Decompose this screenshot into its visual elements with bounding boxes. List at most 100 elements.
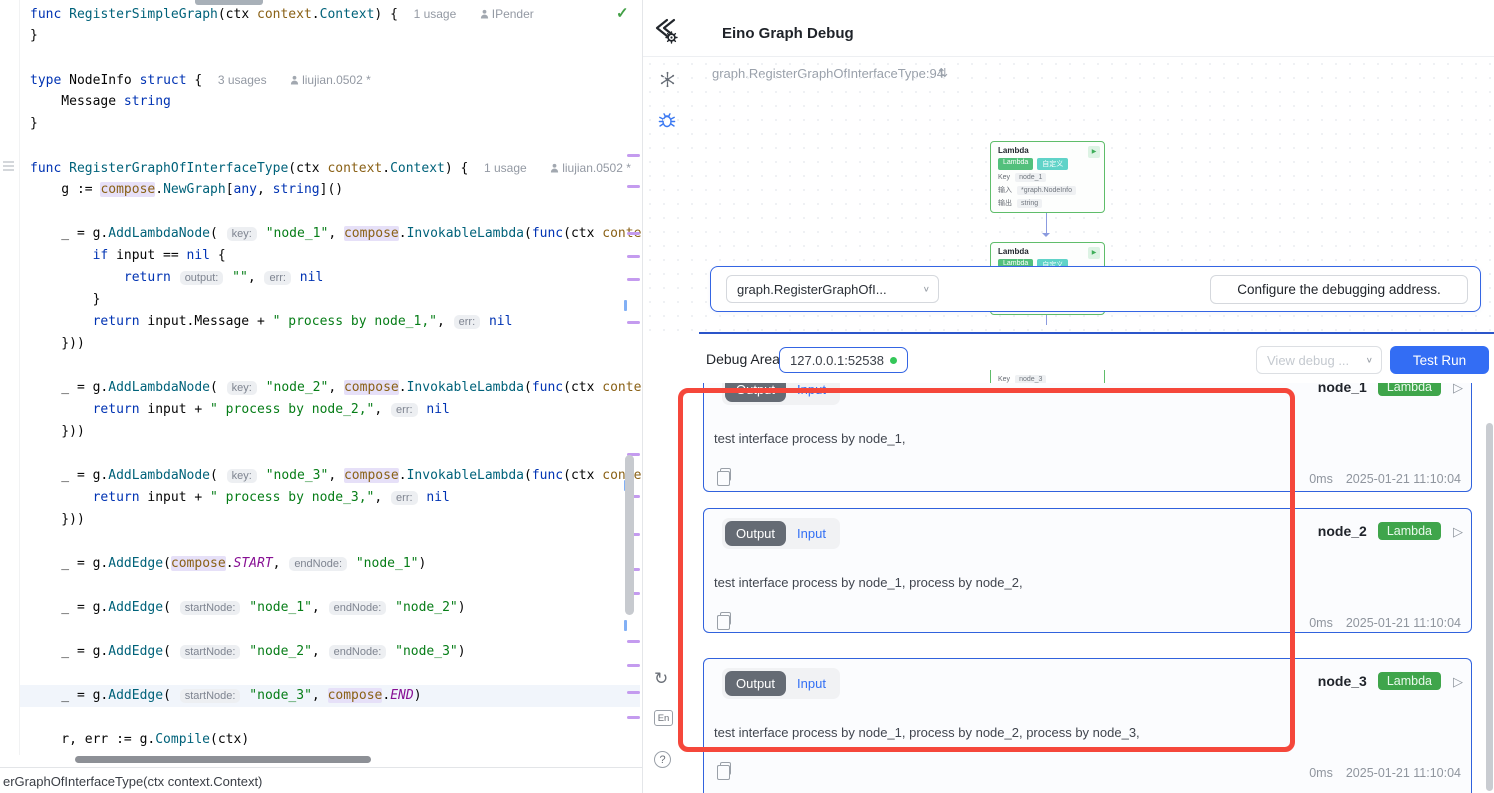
timestamp: 2025-01-21 11:10:04: [1346, 616, 1461, 630]
node-name: node_3: [1318, 673, 1367, 689]
node-run-icon[interactable]: ▶: [1088, 146, 1100, 158]
code-line[interactable]: [0, 201, 641, 223]
debug-list-scrollbar[interactable]: [1486, 423, 1493, 791]
node-type-badge: 自定义: [1037, 158, 1068, 170]
duration: 0ms: [1309, 616, 1333, 630]
configure-address-button[interactable]: Configure the debugging address.: [1210, 275, 1468, 304]
graph-selector-dropdown[interactable]: graph.RegisterGraphOfI... ∨: [726, 275, 939, 303]
output-tab[interactable]: Output: [725, 383, 786, 402]
code-lines[interactable]: func RegisterSimpleGraph(ctx context.Con…: [0, 3, 641, 755]
code-line[interactable]: _ = g.AddLambdaNode( key: "node_2", comp…: [0, 377, 641, 399]
output-tab[interactable]: Output: [725, 671, 786, 696]
code-line[interactable]: [0, 619, 641, 641]
node-field-value: *graph.NodeInfo: [1017, 186, 1076, 195]
expand-icon[interactable]: ▷: [1453, 383, 1463, 396]
node-run-icon[interactable]: ▶: [1088, 247, 1100, 259]
vcs-mark: [624, 620, 627, 631]
debug-address: 127.0.0.1:52538: [790, 353, 884, 368]
debug-address-badge[interactable]: 127.0.0.1:52538: [779, 347, 908, 373]
debug-output-card[interactable]: OutputInput node_2 Lambda ▷ test interface p…: [703, 508, 1472, 633]
input-tab[interactable]: Input: [786, 521, 837, 546]
code-line[interactable]: [0, 47, 641, 69]
editor-vertical-scrollbar[interactable]: [625, 455, 634, 615]
code-line[interactable]: [0, 575, 641, 597]
code-line[interactable]: [0, 355, 641, 377]
edge-arrowhead-icon: [1042, 233, 1050, 241]
node-name: node_2: [1318, 523, 1367, 539]
edge-node2-node3: [1046, 315, 1047, 325]
refresh-icon[interactable]: ↻: [654, 669, 668, 689]
analysis-mark: [627, 154, 640, 157]
test-run-button[interactable]: Test Run: [1390, 346, 1489, 374]
copy-icon[interactable]: [717, 471, 728, 484]
debug-area-label: Debug Area: [706, 351, 780, 367]
code-line[interactable]: func RegisterGraphOfInterfaceType(ctx co…: [0, 157, 641, 179]
code-line[interactable]: }: [0, 289, 641, 311]
code-line[interactable]: _ = g.AddLambdaNode( key: "node_1", comp…: [0, 223, 641, 245]
card-meta: 0ms 2025-01-21 11:10:04: [1309, 766, 1461, 780]
graph-node-card[interactable]: Lambda▶Lambda自定义Keynode_1输入*graph.NodeIn…: [990, 141, 1105, 213]
card-node-info: node_3 Lambda: [1318, 672, 1441, 690]
code-line[interactable]: if input == nil {: [0, 245, 641, 267]
expand-icon[interactable]: ▷: [1453, 674, 1463, 690]
code-line[interactable]: func RegisterSimpleGraph(ctx context.Con…: [0, 3, 641, 25]
code-line[interactable]: })): [0, 333, 641, 355]
input-tab[interactable]: Input: [786, 383, 837, 402]
analysis-mark: [627, 232, 640, 235]
panel-header: Eino Graph Debug: [643, 0, 1494, 57]
code-line[interactable]: return input + " process by node_3,", er…: [0, 487, 641, 509]
debug-output-card[interactable]: OutputInputnode_1Lambda▷test interface p…: [703, 383, 1472, 492]
code-line[interactable]: _ = g.AddLambdaNode( key: "node_3", comp…: [0, 465, 641, 487]
code-line[interactable]: [0, 663, 641, 685]
code-line[interactable]: _ = g.AddEdge( startNode: "node_2", endN…: [0, 641, 641, 663]
code-line[interactable]: g := compose.NewGraph[any, string](): [0, 179, 641, 201]
editor-horizontal-scrollbar[interactable]: [75, 756, 371, 763]
debug-output-card[interactable]: OutputInputnode_3Lambda▷test interface p…: [703, 658, 1472, 793]
card-node-info: node_1Lambda: [1318, 383, 1441, 396]
app-window: func RegisterSimpleGraph(ctx context.Con…: [0, 0, 1494, 793]
code-line[interactable]: [0, 135, 641, 157]
code-line[interactable]: }: [0, 25, 641, 47]
code-editor[interactable]: func RegisterSimpleGraph(ctx context.Con…: [0, 0, 642, 793]
edge-node1-node2: [1046, 213, 1047, 235]
lambda-badge: Lambda: [1378, 672, 1441, 690]
language-icon[interactable]: En: [654, 710, 673, 726]
code-line[interactable]: })): [0, 421, 641, 443]
code-line[interactable]: type NodeInfo struct { 3 usages liujian.…: [0, 69, 641, 91]
status-dot-icon: [890, 357, 897, 364]
breadcrumb-bar: erGraphOfInterfaceType(ctx context.Conte…: [0, 767, 642, 793]
copy-icon[interactable]: [717, 615, 728, 628]
code-line[interactable]: [0, 531, 641, 553]
code-line[interactable]: return input + " process by node_2,", er…: [0, 399, 641, 421]
node-name: node_1: [1318, 383, 1367, 395]
node-field-value: string: [1017, 199, 1042, 208]
expand-icon[interactable]: ▷: [1453, 524, 1463, 540]
debug-area-divider: [699, 332, 1494, 334]
help-icon[interactable]: ?: [654, 751, 671, 768]
code-line[interactable]: _ = g.AddEdge( startNode: "node_1", endN…: [0, 597, 641, 619]
code-line[interactable]: _ = g.AddEdge(compose.START, endNode: "n…: [0, 553, 641, 575]
breadcrumb[interactable]: erGraphOfInterfaceType(ctx context.Conte…: [3, 774, 262, 789]
code-line[interactable]: return input.Message + " process by node…: [0, 311, 641, 333]
output-tab[interactable]: Output: [725, 521, 786, 546]
code-line[interactable]: Message string: [0, 91, 641, 113]
card-meta: 0ms 2025-01-21 11:10:04: [1309, 616, 1461, 630]
code-line[interactable]: })): [0, 509, 641, 531]
code-line-current[interactable]: _ = g.AddEdge( startNode: "node_3", comp…: [0, 685, 641, 707]
card-text: test interface process by node_1, proces…: [714, 575, 1023, 590]
lambda-badge: Lambda: [1378, 522, 1441, 540]
view-debug-dropdown[interactable]: View debug ... ∨: [1256, 346, 1382, 374]
output-input-tabs: OutputInput: [722, 668, 840, 699]
input-tab[interactable]: Input: [786, 671, 837, 696]
panel-title: Eino Graph Debug: [722, 25, 854, 42]
code-line[interactable]: [0, 707, 641, 729]
code-line[interactable]: }: [0, 113, 641, 135]
code-line[interactable]: [0, 443, 641, 465]
copy-icon[interactable]: [717, 765, 728, 778]
timestamp: 2025-01-21 11:10:04: [1346, 766, 1461, 780]
code-line[interactable]: return output: "", err: nil: [0, 267, 641, 289]
node-field-value: node_1: [1015, 173, 1046, 182]
eino-logo-icon: [651, 14, 681, 51]
duration: 0ms: [1309, 766, 1333, 780]
code-line[interactable]: r, err := g.Compile(ctx): [0, 729, 641, 751]
